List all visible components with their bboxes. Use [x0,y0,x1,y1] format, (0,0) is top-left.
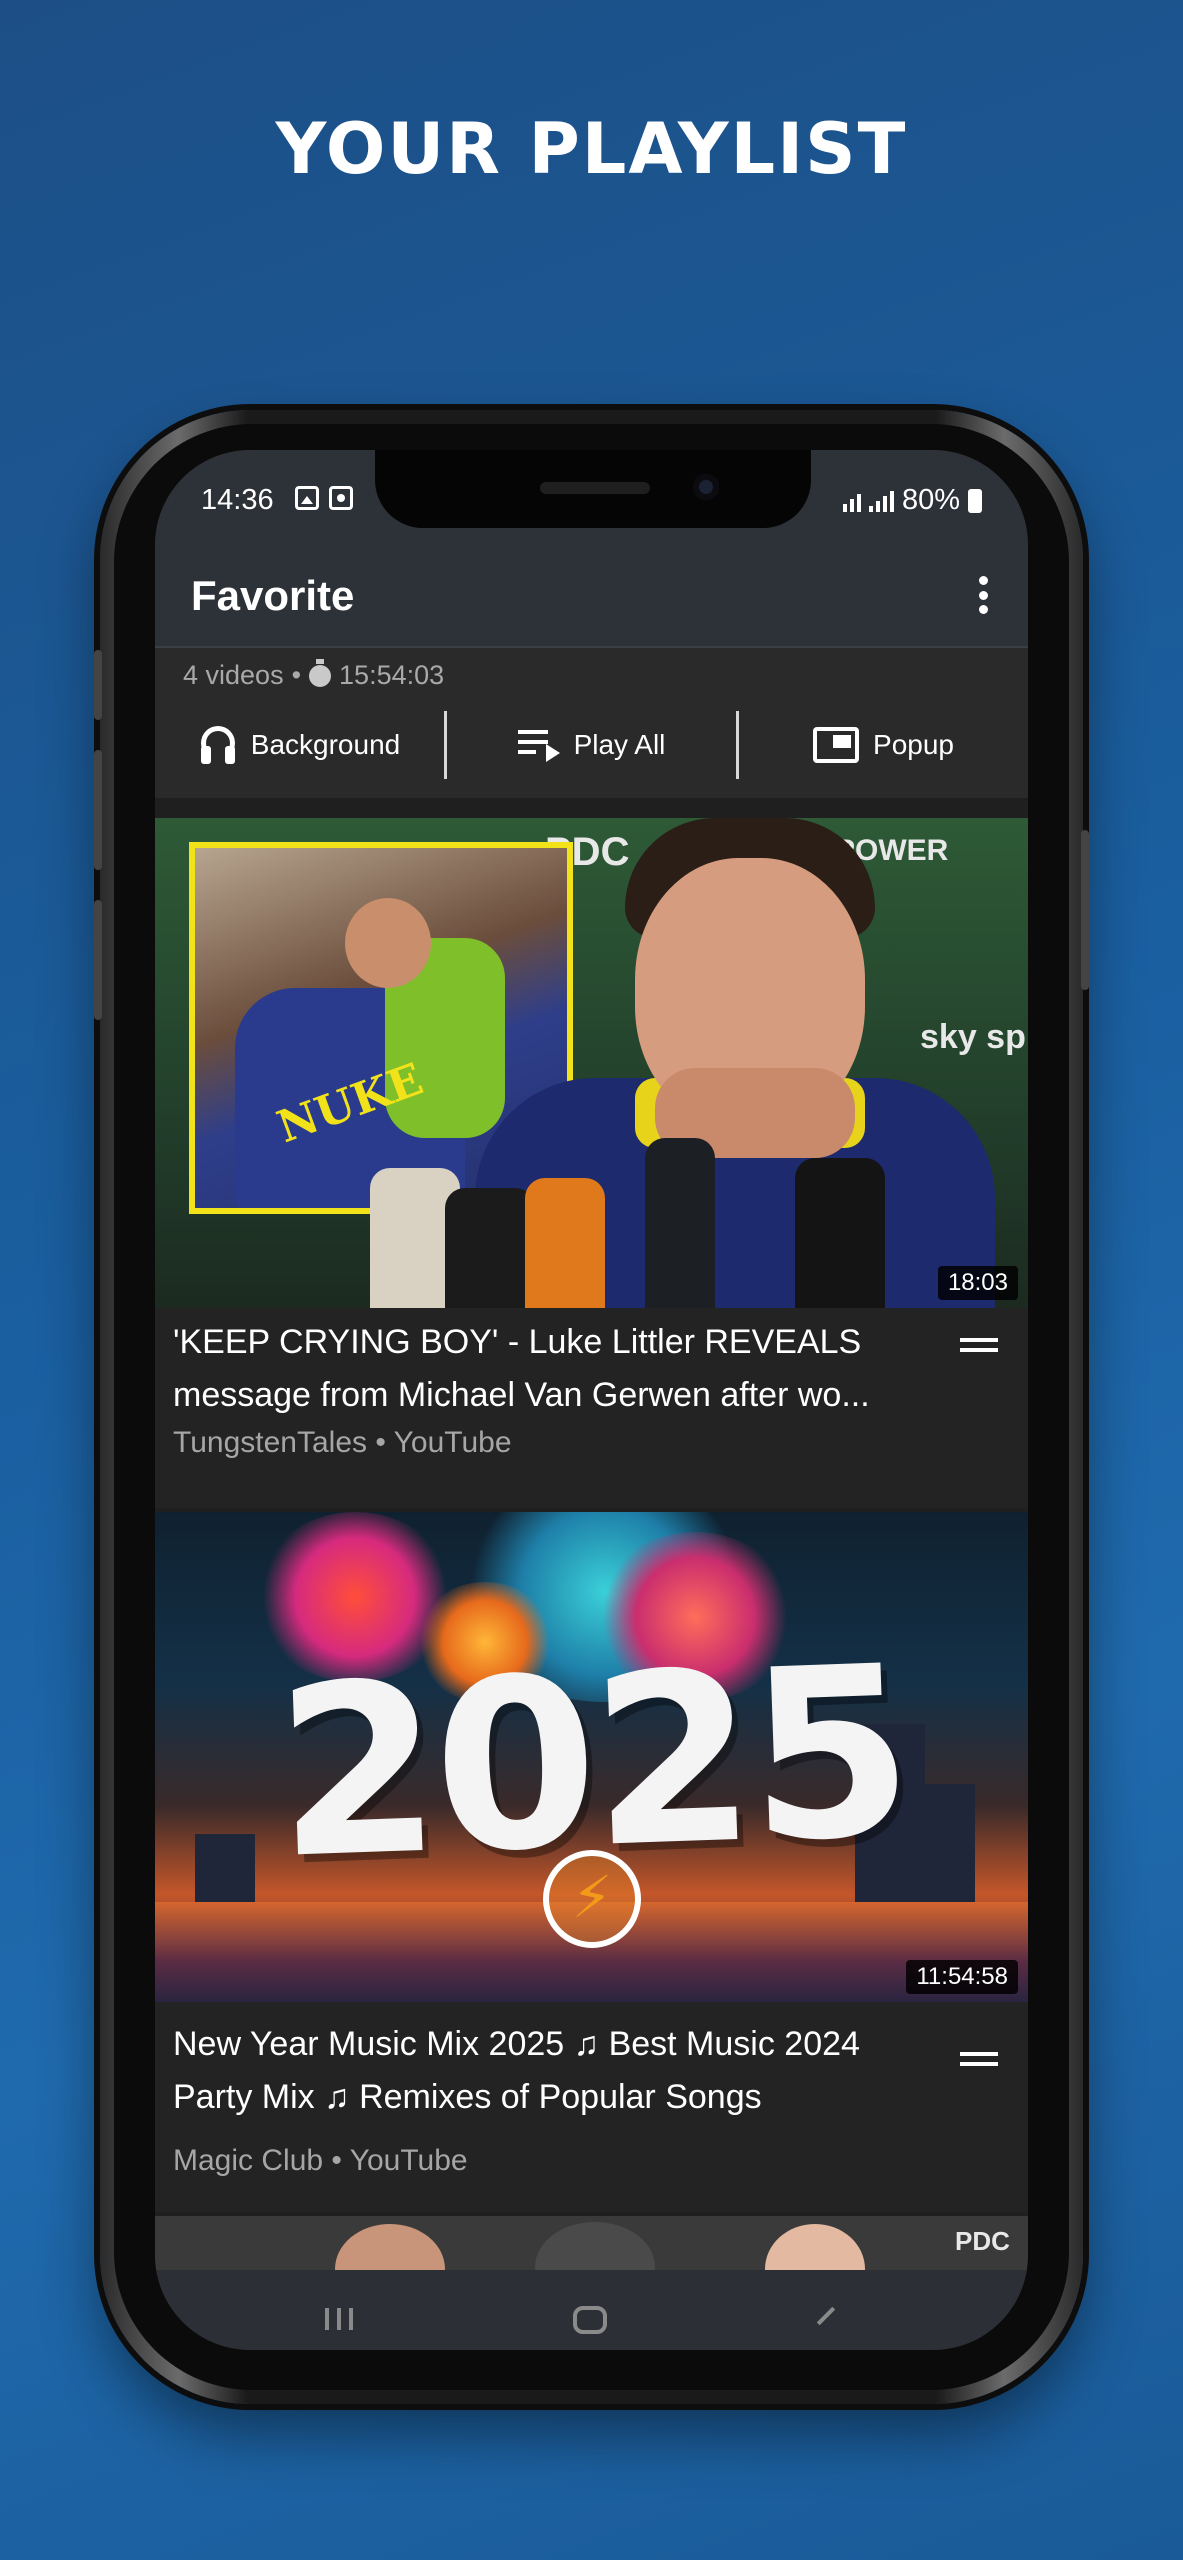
phone-screen: 14:36 80% Favorite 4 videos • 15:54:03 B… [155,450,1028,2350]
phone-volume-up [94,750,102,870]
wifi-signal-icon [842,490,861,512]
battery-percent: 80% [901,484,960,516]
phone-side-button [94,650,102,720]
status-notification-icons [295,486,353,510]
microphone [445,1188,535,1308]
drag-handle-icon[interactable] [960,2052,998,2068]
status-time: 14:36 [201,484,274,516]
video-title: New Year Music Mix 2025 ♫ Best Music 202… [173,2025,860,2116]
system-nav-bar [155,2270,1028,2350]
duration-badge: 18:03 [937,1266,1018,1300]
play-all-label: Play All [573,729,666,760]
video-list: PDC YPOWER sky sp NUKE 18:03 'KEEP CRYIN… [155,818,1028,2276]
sky-sports-logo: sky sp [920,1018,1026,1056]
video-thumbnail[interactable]: PDC YPOWER sky sp NUKE 18:03 [155,818,1028,1308]
popup-window-icon [813,727,860,763]
video-thumbnail[interactable]: 2025 ⚡ 11:54:58 [155,1512,1028,2002]
thumbnail-face [535,2222,655,2276]
video-title: 'KEEP CRYING BOY' - Luke Littler REVEALS… [173,1323,870,1414]
lightning-logo-icon: ⚡ [543,1850,641,1948]
drag-handle-icon[interactable] [960,1338,998,1354]
cell-signal-icon [868,490,894,512]
app-bar: Favorite [155,542,1028,648]
pdc-logo-text: PDC [955,2226,1010,2256]
list-item[interactable]: PDC YPOWER sky sp NUKE 18:03 'KEEP CRYIN… [155,818,1028,1508]
thumbnail-face [765,2224,865,2276]
popup-button[interactable]: Popup [739,710,1028,780]
play-all-button[interactable]: Play All [447,710,736,780]
popup-label: Popup [873,729,954,760]
back-button[interactable] [816,2306,836,2326]
microphone [525,1178,605,1308]
play-queue-icon [517,728,560,762]
app-notification-icon [329,486,353,510]
playlist-actions: Background Play All Popup [155,710,1028,780]
battery-icon [968,488,982,513]
playlist-meta: 4 videos • 15:54:03 [183,658,445,691]
notch [375,450,811,528]
list-item[interactable]: PDC [155,2216,1028,2276]
stopwatch-icon [309,658,332,687]
meta-separator: • [291,660,302,690]
phone-volume-down [94,900,102,1020]
list-item[interactable]: 2025 ⚡ 11:54:58 New Year Music Mix 2025 … [155,1512,1028,2212]
headline: YOUR PLAYLIST [275,108,908,190]
video-count: 4 videos [183,660,284,690]
page-title: Favorite [191,572,355,619]
playlist-header: 4 videos • 15:54:03 Background Play All … [155,648,1028,798]
background-button[interactable]: Background [155,710,444,780]
status-right: 80% [842,484,982,517]
thumbnail-face [335,2224,445,2276]
headphones-icon [199,726,237,764]
recents-button[interactable] [325,2308,353,2330]
front-camera [693,474,719,500]
home-button[interactable] [573,2306,607,2334]
microphone [795,1158,885,1308]
microphone [645,1138,715,1308]
phone-frame: 14:36 80% Favorite 4 videos • 15:54:03 B… [94,410,1089,2404]
more-options-icon[interactable] [978,576,988,614]
gallery-notification-icon [295,486,319,510]
total-duration: 15:54:03 [339,660,445,690]
video-channel: Magic Club • YouTube [173,2144,468,2177]
phone-power-button [1081,830,1089,990]
earpiece [540,482,650,494]
duration-badge: 11:54:58 [906,1960,1018,1994]
video-channel: TungstenTales • YouTube [173,1426,512,1459]
background-label: Background [250,729,401,760]
